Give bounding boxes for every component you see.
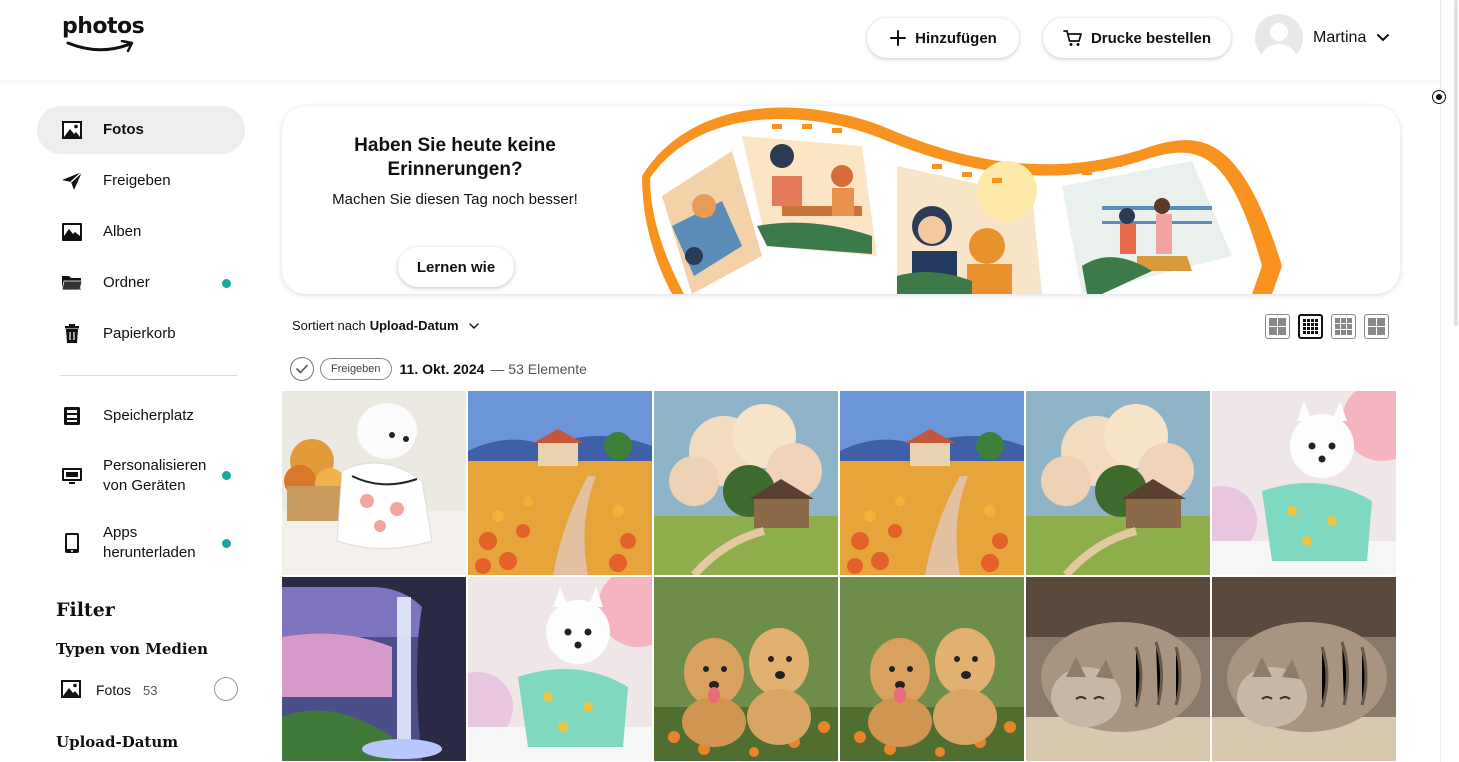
chevron-down-icon	[1377, 34, 1390, 42]
sidebar-item-label: Papierkorb	[103, 325, 176, 342]
notification-dot	[222, 279, 231, 288]
trash-icon	[61, 323, 83, 345]
storage-icon	[61, 405, 83, 427]
sidebar-item-download-apps[interactable]: Apps herunterladen	[37, 519, 245, 567]
share-group-button[interactable]: Freigeben	[320, 358, 392, 380]
sidebar-item-label-line1: Personalisieren	[103, 457, 207, 474]
cart-icon	[1063, 30, 1082, 46]
group-count: — 53 Elemente	[490, 361, 587, 377]
sidebar-item-personalize-devices[interactable]: Personalisieren von Geräten	[37, 452, 245, 500]
phone-icon	[61, 532, 83, 554]
small-grid-view-button[interactable]	[1298, 314, 1323, 339]
sidebar-item-label: Fotos	[103, 121, 144, 138]
plus-icon	[890, 30, 907, 46]
sidebar-item-label: Alben	[103, 223, 142, 240]
banner-title: Haben Sie heute keine Erinnerungen?	[354, 135, 556, 180]
user-menu[interactable]: Martina	[1255, 13, 1390, 63]
media-filter-label: Fotos	[96, 682, 132, 698]
logo-text: photos	[62, 14, 145, 39]
order-prints-button[interactable]: Drucke bestellen	[1043, 18, 1231, 58]
photo-tile[interactable]	[1026, 391, 1210, 575]
amazon-photos-logo[interactable]: photos	[62, 14, 145, 64]
large-grid-view-button[interactable]	[1265, 314, 1290, 339]
memories-banner: Haben Sie heute keine Erinnerungen? Mach…	[282, 106, 1400, 294]
medium-grid-view-button[interactable]	[1331, 314, 1356, 339]
photo-tile[interactable]	[654, 391, 838, 575]
learn-how-button[interactable]: Lernen wie	[398, 247, 514, 287]
photo-icon	[60, 679, 82, 704]
mosaic-view-button[interactable]	[1364, 314, 1389, 339]
photo-tile[interactable]	[282, 577, 466, 761]
notification-dot	[222, 539, 231, 548]
album-icon	[61, 221, 83, 243]
photo-tile[interactable]	[1212, 577, 1396, 761]
sidebar-item-label-line2: herunterladen	[103, 544, 196, 561]
chevron-down-icon	[468, 322, 479, 329]
photo-tile[interactable]	[1026, 577, 1210, 761]
sidebar-item-share[interactable]: Freigeben	[37, 157, 245, 205]
check-icon	[296, 364, 308, 374]
add-button-label: Hinzufügen	[915, 29, 997, 47]
add-button[interactable]: Hinzufügen	[867, 18, 1019, 58]
send-icon	[61, 170, 83, 192]
avatar	[1255, 14, 1303, 62]
monitor-icon	[61, 465, 83, 487]
photo-tile[interactable]	[840, 577, 1024, 761]
sidebar-item-trash[interactable]: Papierkorb	[37, 310, 245, 358]
smile-arrow-icon	[66, 40, 134, 53]
sort-dropdown[interactable]: Sortiert nach Upload-Datum	[292, 318, 481, 333]
upload-date-heading: Upload-Datum	[56, 733, 179, 751]
scrollbar-thumb[interactable]	[1454, 0, 1458, 326]
sidebar-item-albums[interactable]: Alben	[37, 208, 245, 256]
select-group-checkbox[interactable]	[290, 357, 314, 381]
cursor-marker	[1433, 91, 1445, 103]
sort-value: Upload-Datum	[369, 318, 459, 333]
date-group-header: Freigeben 11. Okt. 2024 — 53 Elemente	[290, 357, 587, 381]
photo-icon	[61, 119, 83, 141]
sidebar-item-label: Speicherplatz	[103, 407, 194, 424]
sidebar-divider	[60, 375, 237, 376]
photo-tile[interactable]	[282, 391, 466, 575]
sidebar-item-label-line1: Apps	[103, 524, 138, 541]
photo-tile[interactable]	[1212, 391, 1396, 575]
photo-tile[interactable]	[840, 391, 1024, 575]
photo-tile[interactable]	[468, 391, 652, 575]
folder-icon	[61, 272, 83, 294]
banner-text: Machen Sie diesen Tag noch besser!	[332, 191, 578, 208]
media-types-heading: Typen von Medien	[56, 640, 209, 658]
media-filter-radio[interactable]	[214, 677, 238, 701]
sidebar-item-photos[interactable]: Fotos	[37, 106, 245, 154]
sidebar-item-label: Freigeben	[103, 172, 171, 189]
media-filter-photos[interactable]: Fotos 53	[60, 677, 240, 703]
sidebar-item-folders[interactable]: Ordner	[37, 259, 245, 307]
sort-prefix: Sortiert nach	[292, 318, 366, 333]
top-header: photos Hinzufügen Drucke bestellen Marti…	[0, 0, 1440, 80]
photo-tile[interactable]	[468, 577, 652, 761]
sidebar-item-label: Ordner	[103, 274, 150, 291]
filter-heading: Filter	[56, 599, 115, 621]
order-prints-label: Drucke bestellen	[1090, 29, 1212, 47]
photo-tile[interactable]	[654, 577, 838, 761]
film-strip-illustration	[642, 107, 1282, 294]
sidebar-item-storage[interactable]: Speicherplatz	[37, 392, 245, 440]
notification-dot	[222, 471, 231, 480]
photo-grid	[282, 391, 1396, 761]
media-filter-count: 53	[143, 682, 158, 698]
user-name: Martina	[1313, 29, 1367, 46]
view-size-toggle	[1265, 314, 1389, 339]
sidebar-item-label-line2: von Geräten	[103, 477, 186, 494]
group-date: 11. Okt. 2024	[399, 361, 485, 377]
